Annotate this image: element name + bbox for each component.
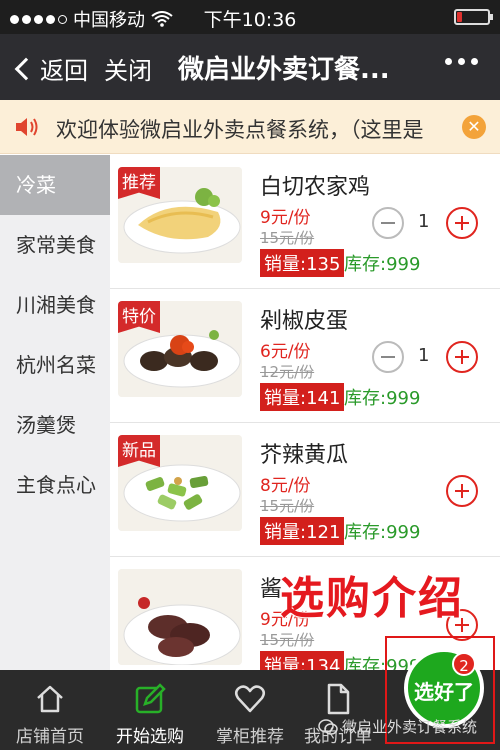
dish-photo: 推荐 [118, 167, 242, 263]
dish-sales: 销量:134 [260, 651, 345, 670]
wechat-icon [318, 718, 338, 735]
battery-icon [454, 9, 493, 25]
edit-icon [135, 683, 166, 714]
clock: 下午10:36 [203, 9, 297, 31]
dish-quantity: 1 [418, 345, 430, 366]
increase-quantity-button[interactable] [446, 341, 478, 373]
category-item-sichuan-hunan[interactable]: 川湘美食 [0, 275, 110, 335]
category-item-home-style[interactable]: 家常美食 [0, 215, 110, 275]
category-item-hangzhou[interactable]: 杭州名菜 [0, 335, 110, 395]
heart-icon [235, 685, 265, 713]
dish-sales: 销量:121 [260, 517, 345, 545]
back-label: 返回 [40, 57, 88, 85]
watermark: 微启业外卖订餐系统 [318, 716, 477, 737]
dish-name: 白切农家鸡 [260, 175, 371, 200]
dish-original-price: 15元/份 [260, 497, 315, 515]
increase-quantity-button[interactable] [446, 207, 478, 239]
increase-quantity-button[interactable] [446, 475, 478, 507]
more-menu-icon[interactable] [445, 58, 478, 65]
dish-item: 推荐 白切农家鸡 9元/份 15元/份 销量:135 库存:999 1 [110, 155, 500, 289]
tab-manager-picks[interactable]: 掌柜推荐 [202, 670, 298, 750]
dish-photo: 特价 [118, 301, 242, 397]
speaker-icon [16, 118, 38, 136]
chevron-left-icon [14, 57, 38, 80]
tab-my-orders[interactable]: 我的订单 [290, 670, 386, 750]
tab-label: 店铺首页 [16, 727, 84, 747]
dish-name: 芥辣黄瓜 [260, 443, 349, 468]
category-item-cold-dishes[interactable]: 冷菜 [0, 155, 110, 215]
close-notice-icon[interactable]: ✕ [462, 115, 486, 139]
dish-price: 6元/份 [260, 342, 311, 362]
battery-level [457, 12, 462, 22]
intro-overlay-title: 选购介绍 [279, 572, 464, 625]
dish-stock: 库存:999 [344, 522, 421, 543]
dish-price: 9元/份 [260, 208, 311, 228]
decrease-quantity-button[interactable] [372, 207, 404, 239]
watermark-text: 微启业外卖订餐系统 [342, 718, 478, 736]
tab-store-home[interactable]: 店铺首页 [2, 670, 98, 750]
nav-bar: 返回 关闭 微启业外卖订餐... [0, 34, 500, 100]
dish-stock: 库存:999 [344, 388, 421, 409]
dish-name: 酱 [260, 577, 283, 602]
category-item-soups[interactable]: 汤羹煲 [0, 395, 110, 455]
tab-label: 开始选购 [116, 727, 184, 747]
decrease-quantity-button[interactable] [372, 341, 404, 373]
home-icon [37, 685, 63, 713]
back-button[interactable]: 返回 [12, 51, 88, 86]
cart-count-badge: 2 [452, 652, 476, 676]
notice-text: 欢迎体验微启业外卖点餐系统，（这里是 [56, 118, 424, 142]
dish-item: 特价 剁椒皮蛋 6元/份 12元/份 销量:141 库存:999 1 [110, 289, 500, 423]
notice-bar: 欢迎体验微启业外卖点餐系统，（这里是 ✕ [0, 100, 500, 154]
document-icon [327, 683, 350, 715]
dish-photo: 新品 [118, 435, 242, 531]
dish-photo [118, 569, 242, 665]
dish-sales: 销量:135 [260, 249, 345, 277]
dish-price: 8元/份 [260, 476, 311, 496]
category-sidebar: 冷菜 家常美食 川湘美食 杭州名菜 汤羹煲 主食点心 [0, 155, 110, 670]
dish-original-price: 15元/份 [260, 229, 315, 247]
tab-start-shopping[interactable]: 开始选购 [102, 670, 198, 750]
dish-original-price: 12元/份 [260, 363, 315, 381]
tab-label: 掌柜推荐 [216, 727, 284, 747]
status-bar: 中国移动 下午10:36 [0, 0, 500, 34]
page-title: 微启业外卖订餐... [178, 55, 390, 85]
close-button[interactable]: 关闭 [104, 51, 152, 86]
dish-original-price: 15元/份 [260, 631, 315, 649]
dish-sales: 销量:141 [260, 383, 345, 411]
dish-name: 剁椒皮蛋 [260, 309, 349, 334]
dish-quantity: 1 [418, 211, 430, 232]
dish-item: 新品 芥辣黄瓜 8元/份 15元/份 销量:121 库存:999 [110, 423, 500, 557]
category-item-staples[interactable]: 主食点心 [0, 455, 110, 515]
dish-stock: 库存:999 [344, 254, 421, 275]
